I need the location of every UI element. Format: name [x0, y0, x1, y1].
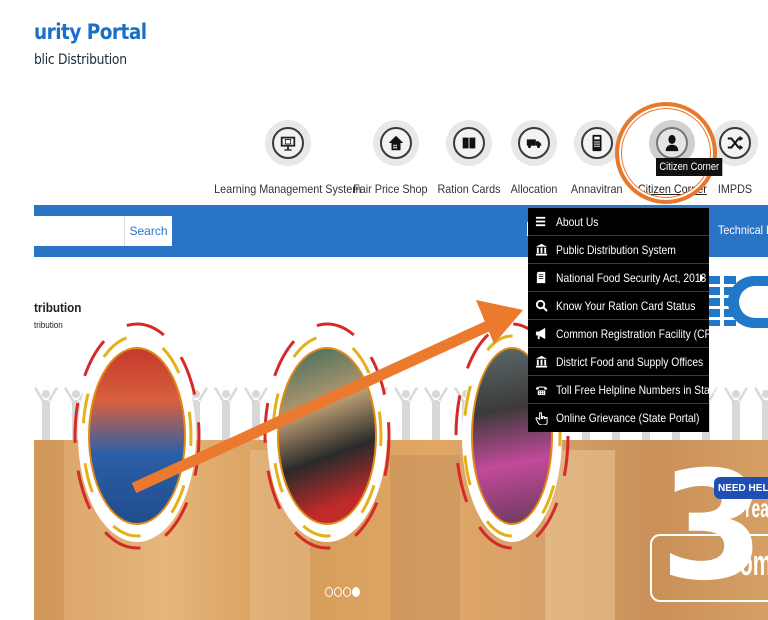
- menu-item-label: Toll Free Helpline Numbers in States: [556, 382, 724, 397]
- search-input[interactable]: [34, 216, 124, 246]
- silhouette-head: [402, 390, 410, 398]
- quick-link-ration-cards[interactable]: Ration Cards: [434, 120, 504, 196]
- silhouette-head: [222, 390, 230, 398]
- carousel-dot[interactable]: [343, 587, 351, 597]
- menu-item-label: Common Registration Facility (CRF): [556, 326, 722, 341]
- menu-item-label: About Us: [556, 214, 599, 229]
- silhouette-head: [72, 390, 80, 398]
- carousel-dots: [325, 587, 360, 597]
- menu-item-nfsa-2013[interactable]: National Food Security Act, 2013: [528, 264, 709, 292]
- menu-item-label: Know Your Ration Card Status: [556, 298, 696, 313]
- silhouette-head: [192, 390, 200, 398]
- menu-item-about-us[interactable]: About Us: [528, 208, 709, 236]
- citizen-corner-dropdown: About Us Public Distribution System Nati…: [528, 208, 723, 432]
- menu-item-know-ration-card-status[interactable]: Know Your Ration Card Status: [528, 292, 709, 320]
- quick-link-label: Annavitran: [570, 182, 623, 196]
- bank-icon: [534, 355, 548, 369]
- menu-item-public-distribution-system[interactable]: Public Distribution System: [528, 236, 709, 264]
- carousel-dot-active[interactable]: [352, 587, 360, 597]
- menu-item-label: National Food Security Act, 2013: [556, 270, 707, 285]
- photo-woman-with-laptop: [277, 347, 377, 525]
- portal-title: urity Portal: [34, 20, 147, 44]
- search-button[interactable]: Search: [124, 216, 172, 246]
- carousel-dot[interactable]: [325, 587, 333, 597]
- bank-icon: [534, 243, 548, 257]
- quick-link-label: Fair Price Shop: [353, 182, 428, 196]
- silhouette-head: [762, 390, 768, 398]
- silhouette-head: [432, 390, 440, 398]
- quick-link-label: Allocation: [510, 182, 558, 196]
- quick-link-annavitran[interactable]: Annavitran: [568, 120, 625, 196]
- nic-logo: [708, 276, 768, 328]
- silhouette-head: [252, 390, 260, 398]
- house-icon: [380, 127, 413, 159]
- menu-item-label: District Food and Supply Offices: [556, 354, 704, 369]
- quick-link-label: IMPDS: [717, 182, 753, 196]
- photo-frame-2: [267, 330, 387, 542]
- section-title: tribution: [34, 300, 82, 315]
- silhouette-head: [42, 390, 50, 398]
- section-subtitle: tribution: [34, 320, 63, 330]
- submenu-caret-icon: [700, 274, 704, 282]
- quick-link-label: Ration Cards: [437, 182, 501, 196]
- document-icon: [534, 271, 548, 285]
- quick-link-fair-price-shop[interactable]: Fair Price Shop: [349, 120, 432, 196]
- quick-link-label: Citizen Corner: [637, 182, 707, 196]
- monitor-book-icon: [271, 127, 304, 159]
- citizen-corner-tooltip: Citizen Corner: [656, 158, 723, 176]
- carousel-dot[interactable]: [334, 587, 342, 597]
- pos-device-icon: [580, 127, 613, 159]
- silhouette-head: [732, 390, 740, 398]
- photo-frame-1: [78, 330, 196, 542]
- nav-link-technical[interactable]: Technical De: [718, 223, 768, 237]
- need-help-button[interactable]: NEED HELP?: [714, 477, 768, 499]
- quick-link-label: Learning Management System: [214, 182, 362, 196]
- menu-item-crf[interactable]: Common Registration Facility (CRF): [528, 320, 722, 348]
- phone-icon: [534, 383, 548, 397]
- person-icon: [656, 127, 689, 159]
- truck-icon: [518, 127, 551, 159]
- menu-item-label: Online Grievance (State Portal): [556, 411, 700, 425]
- quick-link-learning-management-system[interactable]: Learning Management System: [206, 120, 369, 196]
- shuffle-icon: [719, 127, 751, 159]
- photo-woman-with-phone: [88, 347, 186, 525]
- book-icon: [453, 127, 486, 159]
- pointer-hand-icon: [534, 411, 548, 425]
- portal-subtitle: blic Distribution: [34, 52, 127, 68]
- menu-item-toll-free-helpline[interactable]: Toll Free Helpline Numbers in States: [528, 376, 723, 404]
- menu-lines-icon: [534, 215, 548, 229]
- megaphone-icon: [534, 327, 548, 341]
- search-icon: [534, 299, 548, 313]
- menu-item-label: Public Distribution System: [556, 242, 676, 257]
- menu-item-district-food-offices[interactable]: District Food and Supply Offices: [528, 348, 709, 376]
- banner-comp-text: Comp: [724, 542, 768, 583]
- quick-link-allocation[interactable]: Allocation: [508, 120, 560, 196]
- menu-item-online-grievance[interactable]: Online Grievance (State Portal): [528, 404, 709, 432]
